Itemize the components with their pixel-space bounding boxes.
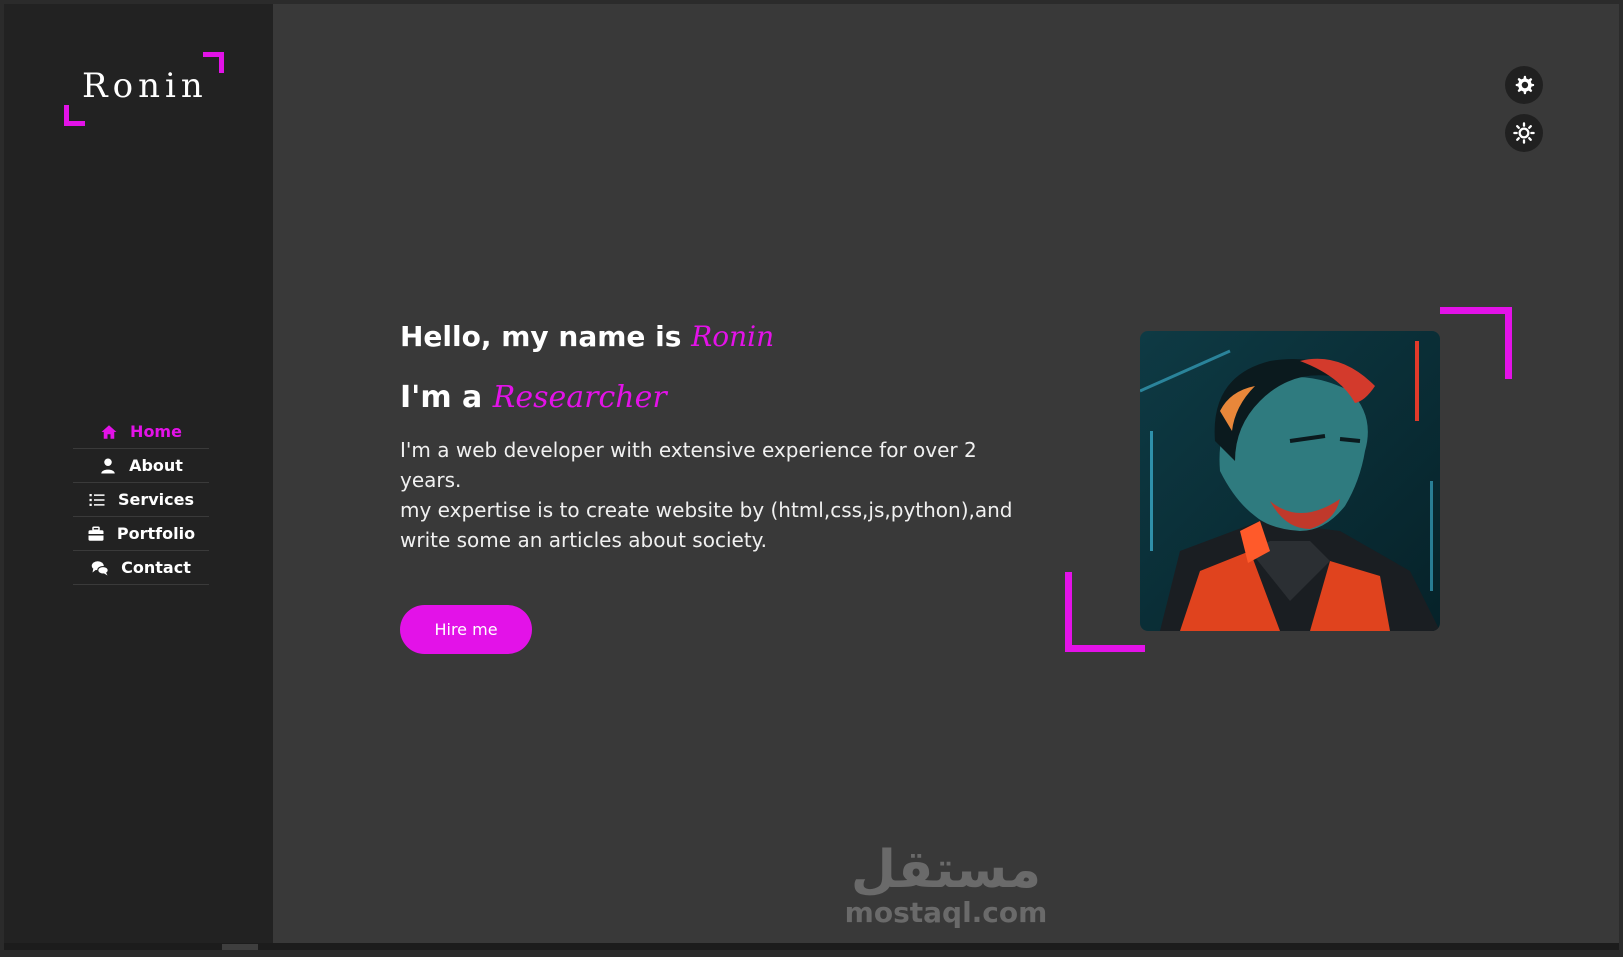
user-icon bbox=[101, 458, 115, 473]
sidebar-item-label: Services bbox=[117, 490, 195, 509]
briefcase-icon bbox=[88, 526, 104, 541]
hire-me-button[interactable]: Hire me bbox=[400, 605, 532, 654]
app-window: Ronin Home About Services Portfolio Cont… bbox=[4, 4, 1619, 950]
watermark-arabic: مستقل bbox=[850, 840, 1042, 900]
sidebar-nav: Home About Services Portfolio Contact bbox=[73, 415, 209, 585]
portrait-frame bbox=[1065, 307, 1515, 657]
mostaql-watermark: مستقل mostaql.com bbox=[273, 844, 1619, 930]
watermark-latin: mostaql.com bbox=[844, 896, 1048, 929]
sidebar-item-label: Contact bbox=[121, 558, 191, 577]
sidebar-item-portfolio[interactable]: Portfolio bbox=[73, 517, 209, 551]
portrait-illustration bbox=[1140, 331, 1440, 631]
sidebar-item-about[interactable]: About bbox=[73, 449, 209, 483]
bio-line: I'm a web developer with extensive exper… bbox=[400, 438, 977, 492]
hero-greeting: Hello, my name is Ronin bbox=[400, 320, 774, 353]
horizontal-scrollbar[interactable] bbox=[4, 943, 1619, 950]
hero-bio: I'm a web developer with extensive exper… bbox=[400, 435, 1040, 555]
bio-line: write some an articles about society. bbox=[400, 528, 768, 552]
sidebar-item-label: About bbox=[129, 456, 183, 475]
sun-icon bbox=[1513, 122, 1535, 144]
hero-name: Ronin bbox=[691, 320, 775, 353]
frame-corner-bottom-left bbox=[1065, 572, 1145, 652]
chat-icon bbox=[91, 560, 109, 575]
logo-text: Ronin bbox=[82, 66, 208, 106]
sidebar-item-contact[interactable]: Contact bbox=[73, 551, 209, 585]
greeting-text: Hello, my name is bbox=[400, 320, 682, 353]
sidebar-item-label: Portfolio bbox=[116, 524, 196, 543]
sidebar: Ronin Home About Services Portfolio Cont… bbox=[4, 4, 273, 950]
sidebar-item-label: Home bbox=[130, 422, 182, 441]
scrollbar-thumb[interactable] bbox=[222, 944, 258, 950]
settings-button[interactable] bbox=[1505, 66, 1543, 104]
hero-role: I'm a Researcher bbox=[400, 380, 667, 415]
theme-toggle-button[interactable] bbox=[1505, 114, 1543, 152]
frame-corner-top-right bbox=[1440, 307, 1512, 379]
sidebar-item-home[interactable]: Home bbox=[73, 415, 209, 449]
home-icon bbox=[101, 424, 117, 439]
logo[interactable]: Ronin bbox=[60, 48, 224, 128]
list-icon bbox=[89, 493, 105, 506]
gear-icon bbox=[1515, 75, 1535, 95]
portrait-image bbox=[1140, 331, 1440, 631]
hero-role-text: Researcher bbox=[492, 380, 667, 415]
bio-line: my expertise is to create website by (ht… bbox=[400, 498, 1013, 522]
logo-corner-bottom-left bbox=[64, 105, 85, 126]
main-content: Hello, my name is Ronin I'm a Researcher… bbox=[273, 4, 1619, 950]
sidebar-item-services[interactable]: Services bbox=[73, 483, 209, 517]
role-prefix: I'm a bbox=[400, 380, 483, 415]
